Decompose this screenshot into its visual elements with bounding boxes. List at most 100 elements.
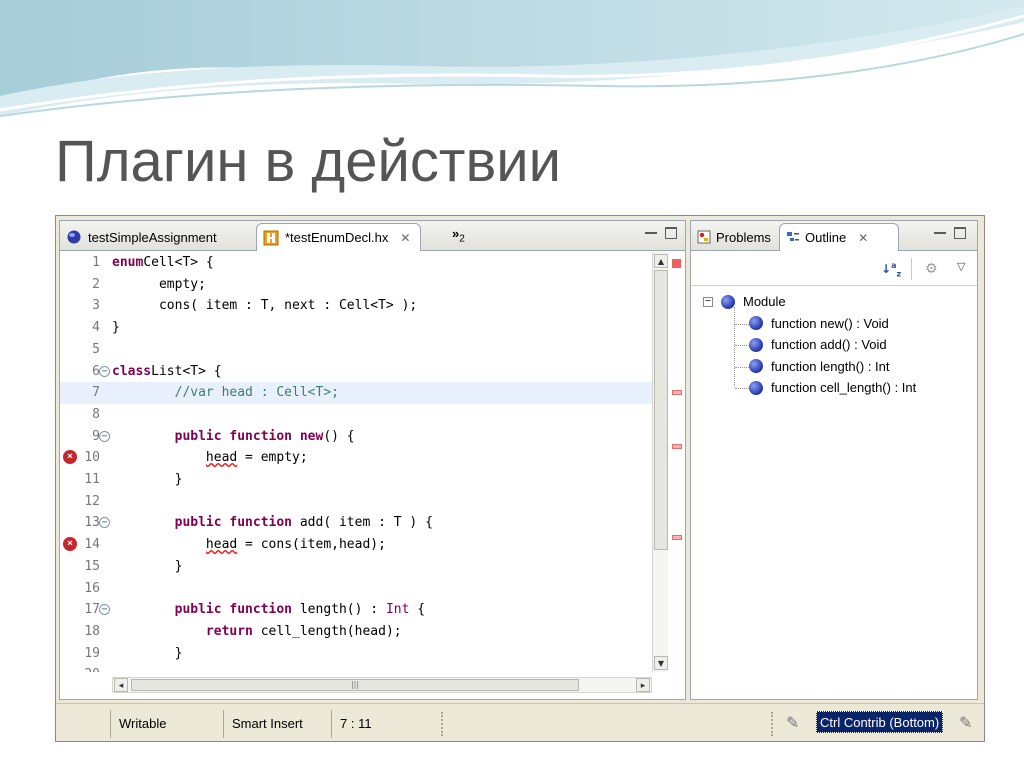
outline-pane: Problems Outline ✕ ↓az ⚙ ▽ − Module functi… xyxy=(690,220,978,700)
tab-outline[interactable]: Outline ✕ xyxy=(779,223,899,251)
tab-problems[interactable]: Problems xyxy=(691,223,779,251)
tree-node-function[interactable]: function cell_length() : Int xyxy=(749,377,916,399)
haxe-ball-icon xyxy=(66,229,82,245)
fold-toggle-icon[interactable]: − xyxy=(99,430,110,442)
code-line[interactable]: 13− public function add( item : T ) { xyxy=(60,512,652,534)
code-line[interactable]: 2 empty; xyxy=(60,274,652,296)
line-number: 8 xyxy=(92,406,100,422)
function-icon xyxy=(749,380,763,395)
code-token: class xyxy=(112,363,152,379)
code-token: head xyxy=(205,537,238,553)
code-line[interactable]: 16 xyxy=(60,578,652,600)
tree-node-function[interactable]: function new() : Void xyxy=(749,313,889,335)
code-token: () { xyxy=(323,428,355,444)
code-line[interactable]: 6− classList<T> { xyxy=(60,361,652,383)
code-token: } xyxy=(112,558,183,574)
outline-icon xyxy=(786,231,800,245)
problems-icon xyxy=(697,230,711,244)
code-line[interactable]: × 14 head = cons(item,head); xyxy=(60,534,652,556)
code-token: Cell<T> { xyxy=(143,255,214,270)
minimize-icon[interactable] xyxy=(934,227,946,239)
line-number: 2 xyxy=(92,276,100,292)
code-line[interactable]: 9− public function new() { xyxy=(60,426,652,448)
scroll-up-icon[interactable]: ▲ xyxy=(654,254,668,268)
error-icon[interactable]: × xyxy=(63,537,77,552)
code-line[interactable]: 8 xyxy=(60,404,652,426)
tree-node-function[interactable]: function add() : Void xyxy=(749,334,887,356)
code-text: } xyxy=(112,556,183,578)
fold-toggle-icon[interactable]: − xyxy=(99,604,110,616)
scroll-down-icon[interactable]: ▼ xyxy=(654,656,668,670)
tree-node-module[interactable]: − Module xyxy=(703,291,786,313)
code-text: } xyxy=(112,643,183,665)
code-line[interactable]: 15 } xyxy=(60,556,652,578)
tree-node-label: function new() : Void xyxy=(771,315,889,331)
status-writable: Writable xyxy=(110,710,223,738)
minimize-icon[interactable] xyxy=(645,227,657,239)
code-token: Int xyxy=(385,602,410,618)
code-text: } xyxy=(112,317,120,339)
scroll-thumb[interactable]: ||| xyxy=(131,679,579,691)
error-icon[interactable]: × xyxy=(63,450,77,465)
line-number: 20 xyxy=(78,664,100,672)
code-line[interactable]: 11 } xyxy=(60,469,652,491)
code-line[interactable]: × 10 head = empty; xyxy=(60,447,652,469)
tree-node-function[interactable]: function length() : Int xyxy=(749,356,890,378)
code-line[interactable]: 20 xyxy=(60,664,652,672)
editor-window-controls xyxy=(645,227,677,239)
error-summary-icon[interactable] xyxy=(672,259,681,268)
code-line[interactable]: 18 return cell_length(head); xyxy=(60,621,652,643)
maximize-icon[interactable] xyxy=(954,227,966,239)
fold-toggle-icon[interactable]: − xyxy=(99,365,110,377)
line-number: 14 xyxy=(84,537,100,553)
code-token: add( item : T ) { xyxy=(292,515,433,531)
code-token: empty; xyxy=(112,276,206,292)
code-line[interactable]: 7 //var head : Cell<T>; xyxy=(60,382,652,404)
code-token: //var head : Cell<T>; xyxy=(112,385,339,401)
code-line[interactable]: 19 } xyxy=(60,643,652,665)
sort-alpha-icon[interactable]: ↓az xyxy=(881,261,901,278)
view-menu-icon[interactable]: ▽ xyxy=(957,260,965,273)
pencil-icon[interactable]: ✎ xyxy=(786,713,799,732)
code-token: List<T> { xyxy=(151,363,222,379)
tab-overflow-button[interactable]: »2 xyxy=(452,226,465,245)
function-icon xyxy=(749,337,763,352)
code-line[interactable]: 17− public function length() : Int { xyxy=(60,599,652,621)
collapse-icon[interactable]: − xyxy=(703,296,713,307)
code-token: cons( item : T, next : Cell<T> ); xyxy=(112,298,418,314)
tab-test-enum-decl[interactable]: *testEnumDecl.hx ✕ xyxy=(256,223,421,251)
code-token: public function xyxy=(112,515,293,531)
code-editor[interactable]: 1 enumCell<T> {2 empty; 3 cons( item : T, … xyxy=(60,252,652,672)
outline-window-controls xyxy=(934,227,966,239)
code-line[interactable]: 3 cons( item : T, next : Cell<T> ); xyxy=(60,295,652,317)
code-line[interactable]: 4} xyxy=(60,317,652,339)
line-number: 5 xyxy=(92,341,100,357)
scroll-thumb[interactable] xyxy=(654,270,668,550)
pencil-icon[interactable]: ✎ xyxy=(959,713,972,732)
code-token: head xyxy=(205,450,238,466)
ide-window: testSimpleAssignment *testEnumDecl.hx ✕ … xyxy=(55,215,985,742)
vertical-scrollbar[interactable]: ▲ ▼ xyxy=(652,252,668,672)
code-token: } xyxy=(112,472,183,487)
fold-toggle-icon[interactable]: − xyxy=(99,517,110,529)
tree-connector xyxy=(735,345,749,346)
code-line[interactable]: 1 enumCell<T> { xyxy=(60,252,652,274)
scroll-left-icon[interactable]: ◂ xyxy=(114,678,128,692)
error-marker[interactable] xyxy=(672,444,682,449)
close-icon[interactable]: ✕ xyxy=(400,231,410,245)
close-icon[interactable]: ✕ xyxy=(858,231,868,245)
line-number: 19 xyxy=(84,645,100,661)
filter-icon[interactable]: ⚙ xyxy=(925,261,938,277)
code-line[interactable]: 12 xyxy=(60,491,652,513)
maximize-icon[interactable] xyxy=(665,227,677,239)
ctrl-contrib-button[interactable]: Ctrl Contrib (Bottom) xyxy=(816,711,944,733)
error-marker[interactable] xyxy=(672,390,682,395)
code-line[interactable]: 5 xyxy=(60,339,652,361)
code-text: cons( item : T, next : Cell<T> ); xyxy=(112,295,417,317)
scroll-right-icon[interactable]: ▸ xyxy=(636,678,650,692)
tab-test-simple-assignment[interactable]: testSimpleAssignment xyxy=(60,223,253,251)
toolbar-separator xyxy=(911,258,912,280)
error-marker[interactable] xyxy=(672,535,682,540)
horizontal-scrollbar[interactable]: ◂ ||| ▸ xyxy=(112,677,652,693)
status-cursor-position: 7 : 11 xyxy=(331,710,439,738)
